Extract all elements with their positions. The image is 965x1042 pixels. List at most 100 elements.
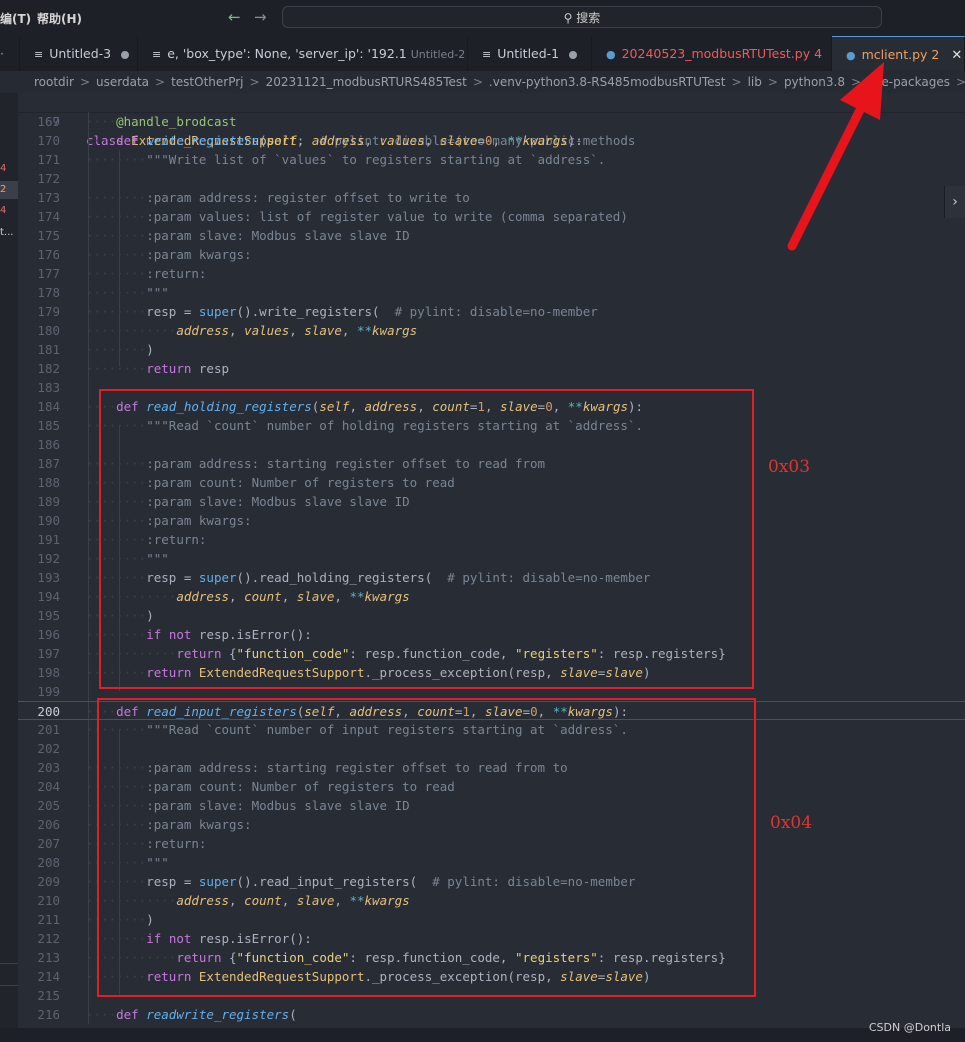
line-number: 206 xyxy=(37,817,60,832)
chevron-right-icon: > xyxy=(767,75,778,89)
line-number: 196 xyxy=(37,627,60,642)
code-text: ········:param address: register offset … xyxy=(86,190,470,205)
back-arrow-icon[interactable]: ← xyxy=(228,8,241,26)
line-number: 202 xyxy=(37,741,60,756)
menu-help[interactable]: 帮助(H) xyxy=(37,10,82,27)
line-number: 192 xyxy=(37,551,60,566)
line-number: 174 xyxy=(37,209,60,224)
chevron-right-icon: > xyxy=(79,75,91,89)
line-number: 200 xyxy=(37,704,60,719)
breadcrumb-item[interactable]: testOtherPrj xyxy=(171,71,243,93)
code-line[interactable]: 216 ····def readwrite_registers( xyxy=(18,1005,965,1024)
annotation-0x04: 0x04 xyxy=(770,813,813,833)
explorer-strip: 4 2 4 t... xyxy=(0,93,19,1028)
line-number: 211 xyxy=(37,912,60,927)
line-number: 178 xyxy=(37,285,60,300)
chevron-right-icon[interactable]: › xyxy=(944,186,965,218)
forward-arrow-icon[interactable]: → xyxy=(254,8,267,26)
line-number: 169 xyxy=(37,114,60,129)
problem-count: 4 xyxy=(0,163,7,174)
breadcrumb-item[interactable]: .venv-python3.8-RS485modbusRTUTest xyxy=(489,71,726,93)
line-number: 185 xyxy=(37,418,60,433)
breadcrumb-item[interactable]: rootdir xyxy=(34,71,74,93)
problem-count: 4 xyxy=(0,205,7,216)
line-number: 198 xyxy=(37,665,60,680)
line-number: 191 xyxy=(37,532,60,547)
code-text: ············address, values, slave, **kw… xyxy=(86,323,418,338)
annotation-box-read-holding xyxy=(99,389,754,689)
annotation-0x03: 0x03 xyxy=(768,457,811,477)
code-line[interactable]: 179 ········resp = super().write_register… xyxy=(18,302,965,321)
line-number: 193 xyxy=(37,570,60,585)
line-number: 208 xyxy=(37,855,60,870)
search-box[interactable]: ⚲ 搜索 xyxy=(282,6,882,28)
code-text: ········:param values: list of register … xyxy=(86,209,628,224)
code-text: ········:param slave: Modbus slave slave… xyxy=(86,228,410,243)
file-lines-icon: ≡ xyxy=(482,48,492,61)
code-line[interactable]: 180 ············address, values, slave, *… xyxy=(18,321,965,340)
code-text: ········:param kwargs: xyxy=(86,247,252,262)
line-number: 175 xyxy=(37,228,60,243)
line-number: 184 xyxy=(37,399,60,414)
code-text: ········""" xyxy=(86,285,169,300)
line-number: 189 xyxy=(37,494,60,509)
code-line[interactable]: 178 ········""" xyxy=(18,283,965,302)
breadcrumb-item[interactable]: lib xyxy=(748,71,762,93)
unsaved-dot-icon xyxy=(121,50,130,59)
tab-untitled-1[interactable]: ≡ Untitled-1 xyxy=(468,36,592,71)
line-number: 210 xyxy=(37,893,60,908)
breadcrumb-item[interactable]: userdata xyxy=(96,71,149,93)
line-number: 171 xyxy=(37,152,60,167)
file-lines-icon: ≡ xyxy=(34,48,44,61)
line-number: 179 xyxy=(37,304,60,319)
breadcrumb-item[interactable]: 20231121_modbusRTURS485Test xyxy=(266,71,467,93)
line-number: 194 xyxy=(37,589,60,604)
line-number: 216 xyxy=(37,1007,60,1022)
code-line[interactable]: 177 ········:return: xyxy=(18,264,965,283)
chevron-right-icon: > xyxy=(731,75,742,89)
selected-row[interactable]: 2 xyxy=(0,181,18,199)
unsaved-dot-icon xyxy=(569,50,578,59)
chevron-right-icon: > xyxy=(955,75,965,89)
line-number: 188 xyxy=(37,475,60,490)
tab-overflow[interactable]: · xyxy=(0,36,20,71)
code-line[interactable]: 181 ········) xyxy=(18,340,965,359)
line-number: 176 xyxy=(37,247,60,262)
red-arrow-annotation xyxy=(787,62,884,251)
code-text: ········"""Write list of `values` to reg… xyxy=(86,152,606,167)
file-lines-icon: ≡ xyxy=(152,48,162,61)
line-number: 207 xyxy=(37,836,60,851)
line-number: 182 xyxy=(37,361,60,376)
tab-untitled-3[interactable]: ≡ Untitled-3 xyxy=(20,36,138,71)
chevron-right-icon: > xyxy=(472,75,483,89)
python-icon: ● xyxy=(606,48,616,61)
line-number: 201 xyxy=(37,722,60,737)
line-number: 205 xyxy=(37,798,60,813)
line-number: 172 xyxy=(37,171,60,186)
line-number: 204 xyxy=(37,779,60,794)
line-number: 180 xyxy=(37,323,60,338)
line-number: 177 xyxy=(37,266,60,281)
close-icon[interactable]: ✕ xyxy=(951,48,962,63)
chevron-right-icon: > xyxy=(155,75,166,89)
line-number: 212 xyxy=(37,931,60,946)
title-bar: 编(T) 帮助(H) ← → ⚲ 搜索 xyxy=(0,0,965,36)
code-text: ····def readwrite_registers( xyxy=(86,1007,297,1022)
code-text: ········:return: xyxy=(86,266,207,281)
divider xyxy=(0,985,18,986)
line-number: 173 xyxy=(37,190,60,205)
explorer-item[interactable]: t... xyxy=(0,227,13,238)
line-number: 209 xyxy=(37,874,60,889)
code-text: ········resp = super().write_registers( … xyxy=(86,304,598,319)
code-line[interactable]: 182 ········return resp xyxy=(18,359,965,378)
menu-edit[interactable]: 编(T) xyxy=(0,10,31,27)
code-text: ········) xyxy=(86,342,154,357)
line-number: 214 xyxy=(37,969,60,984)
line-number: 170 xyxy=(37,133,60,148)
line-number: 187 xyxy=(37,456,60,471)
line-number: 190 xyxy=(37,513,60,528)
line-number: 213 xyxy=(37,950,60,965)
line-number: 199 xyxy=(37,684,60,699)
watermark: CSDN @Dontla xyxy=(868,1021,951,1034)
tab-untitled-2[interactable]: ≡ e, 'box_type': None, 'server_ip': '192.… xyxy=(138,36,468,71)
